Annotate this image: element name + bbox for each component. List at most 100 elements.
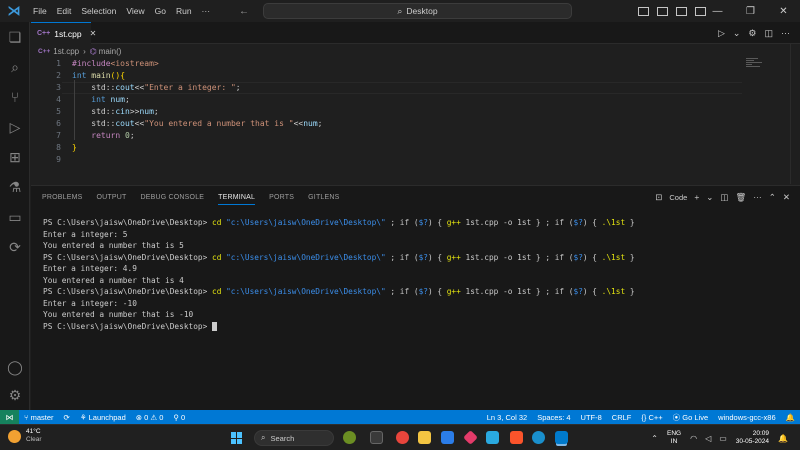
- start-windows-icon[interactable]: [231, 432, 243, 444]
- terminal-output-line: Enter a integer: 4.9: [43, 264, 137, 273]
- weather-widget[interactable]: 41°C Clear: [8, 428, 42, 444]
- terminal-dropdown-icon[interactable]: ⌄: [706, 192, 713, 203]
- minimap[interactable]: [746, 58, 766, 78]
- problems-indicator[interactable]: ⊗ 0 ⚠ 0: [136, 413, 164, 422]
- compiler-config[interactable]: windows-gcc-x86: [718, 413, 776, 422]
- code-editor[interactable]: 1 #include<iostream> 2 int main(){ 3 std…: [31, 58, 771, 166]
- command-center-search[interactable]: ⌕ Desktop: [263, 3, 572, 19]
- testing-icon[interactable]: ⚗: [0, 172, 30, 202]
- go-live-button[interactable]: ⦿ Go Live: [673, 412, 708, 423]
- store-icon[interactable]: [441, 431, 454, 444]
- file-explorer-icon[interactable]: [418, 431, 431, 444]
- app-icon[interactable]: [486, 431, 499, 444]
- live-share-icon[interactable]: ⟳: [0, 232, 30, 262]
- kill-terminal-icon[interactable]: 🗑: [735, 192, 746, 203]
- run-debug-icon[interactable]: ▷: [0, 112, 30, 142]
- tab-1st-cpp[interactable]: C++ 1st.cpp ✕: [31, 22, 96, 44]
- indentation[interactable]: Spaces: 4: [537, 413, 570, 422]
- tab-ports[interactable]: PORTS: [269, 194, 294, 201]
- task-view-icon[interactable]: [370, 431, 383, 444]
- menu-view[interactable]: View: [121, 0, 149, 22]
- code-line: 1 #include<iostream>: [31, 58, 771, 70]
- menu-selection[interactable]: Selection: [76, 0, 121, 22]
- volume-icon[interactable]: ◁: [705, 434, 711, 443]
- terminal-output[interactable]: PS C:\Users\jaisw\OneDrive\Desktop> cd "…: [43, 217, 635, 332]
- explorer-icon[interactable]: ❏: [0, 22, 30, 52]
- close-panel-icon[interactable]: ✕: [783, 192, 790, 203]
- ports-indicator[interactable]: ⚲ 0: [173, 413, 185, 422]
- taskbar-search[interactable]: ⌕ Search: [254, 430, 334, 446]
- run-code-icon[interactable]: ▷: [718, 28, 725, 39]
- tab-problems[interactable]: PROBLEMS: [42, 194, 83, 201]
- sync-icon[interactable]: ⟳: [64, 413, 70, 422]
- terminal-prompt-line: PS C:\Users\jaisw\OneDrive\Desktop>: [43, 321, 635, 333]
- search-icon: ⌕: [261, 433, 266, 442]
- breadcrumb: C++ 1st.cpp › ⌬ main(): [38, 45, 121, 57]
- cursor-position[interactable]: Ln 3, Col 32: [487, 413, 527, 422]
- breadcrumb-file[interactable]: 1st.cpp: [53, 47, 79, 56]
- vscode-taskbar-icon[interactable]: [555, 431, 568, 444]
- menu-go[interactable]: Go: [150, 0, 171, 22]
- wifi-icon[interactable]: ◠: [690, 434, 697, 443]
- terminal-shell-label[interactable]: Code: [669, 193, 687, 202]
- clock[interactable]: 20:09 30-05-2024: [736, 430, 769, 446]
- cpp-file-icon: C++: [37, 30, 51, 37]
- split-editor-icon[interactable]: ◫: [764, 28, 773, 39]
- battery-icon[interactable]: ▭: [719, 434, 727, 443]
- breadcrumb-symbol[interactable]: main(): [99, 47, 122, 56]
- terminal-output-line: Enter a integer: -10: [43, 298, 137, 308]
- new-terminal-icon[interactable]: +: [694, 192, 699, 202]
- more-actions-icon[interactable]: ···: [781, 28, 790, 38]
- editor-scrollbar[interactable]: [790, 44, 800, 184]
- language-indicator[interactable]: ENG IN: [667, 430, 681, 446]
- back-arrow-icon[interactable]: ←: [239, 6, 249, 17]
- run-dropdown-icon[interactable]: ⌄: [733, 28, 741, 39]
- language-mode[interactable]: {} C++: [641, 413, 662, 422]
- code-line: 3 std::cout<<"Enter a integer: ";: [31, 82, 771, 94]
- terminal-output-line: You entered a number that is 5: [43, 241, 184, 250]
- split-terminal-icon[interactable]: ◫: [720, 192, 728, 203]
- launchpad-button[interactable]: ⚘ Launchpad: [80, 413, 126, 422]
- menu-file[interactable]: File: [28, 0, 52, 22]
- search-view-icon[interactable]: ⌕: [0, 52, 30, 82]
- chrome-icon[interactable]: [396, 431, 409, 444]
- line-number: 2: [56, 71, 61, 80]
- remote-indicator-icon[interactable]: ⋈: [0, 410, 19, 424]
- manage-gear-icon[interactable]: ⚙: [0, 380, 30, 410]
- restore-icon[interactable]: ❐: [734, 6, 767, 17]
- menu-run[interactable]: Run: [171, 0, 197, 22]
- toggle-secondary-sidebar-icon[interactable]: [676, 6, 687, 16]
- toggle-primary-sidebar-icon[interactable]: [638, 6, 649, 16]
- tab-terminal[interactable]: TERMINAL: [218, 194, 256, 205]
- more-actions-icon[interactable]: ···: [753, 192, 762, 202]
- avocado-app-icon[interactable]: [343, 431, 356, 444]
- maximize-panel-icon[interactable]: ⌃: [769, 192, 776, 203]
- encoding[interactable]: UTF-8: [581, 413, 602, 422]
- breadcrumb-chevron-icon: ›: [83, 46, 86, 56]
- code-line: 2 int main(){: [31, 70, 771, 82]
- edge-icon[interactable]: [532, 431, 545, 444]
- tab-close-icon[interactable]: ✕: [90, 29, 97, 38]
- branch-indicator[interactable]: ⑂ master: [24, 413, 54, 422]
- minimize-icon[interactable]: —: [701, 6, 734, 17]
- menu-edit[interactable]: Edit: [52, 0, 77, 22]
- notifications-icon[interactable]: 🔔: [778, 434, 788, 443]
- tab-debug-console[interactable]: DEBUG CONSOLE: [140, 194, 204, 201]
- tab-output[interactable]: OUTPUT: [97, 194, 127, 201]
- settings-gear-icon[interactable]: ⚙: [748, 28, 756, 39]
- extensions-icon[interactable]: ⊞: [0, 142, 30, 172]
- toggle-panel-icon[interactable]: [657, 6, 668, 16]
- end-of-line[interactable]: CRLF: [612, 413, 632, 422]
- remote-explorer-icon[interactable]: ▭: [0, 202, 30, 232]
- tray-chevron-icon[interactable]: ⌃: [651, 434, 658, 443]
- red-app-icon[interactable]: [463, 430, 478, 445]
- weather-sun-icon: [8, 429, 21, 443]
- accounts-icon[interactable]: ◯: [0, 352, 30, 382]
- brave-icon[interactable]: [510, 431, 523, 444]
- source-control-icon[interactable]: ⑂: [0, 82, 30, 112]
- tab-label: 1st.cpp: [54, 28, 82, 39]
- menu-more[interactable]: ···: [197, 0, 216, 22]
- tab-gitlens[interactable]: GITLENS: [308, 194, 339, 201]
- close-icon[interactable]: ✕: [767, 6, 800, 17]
- notifications-bell-icon[interactable]: 🔔: [786, 413, 795, 422]
